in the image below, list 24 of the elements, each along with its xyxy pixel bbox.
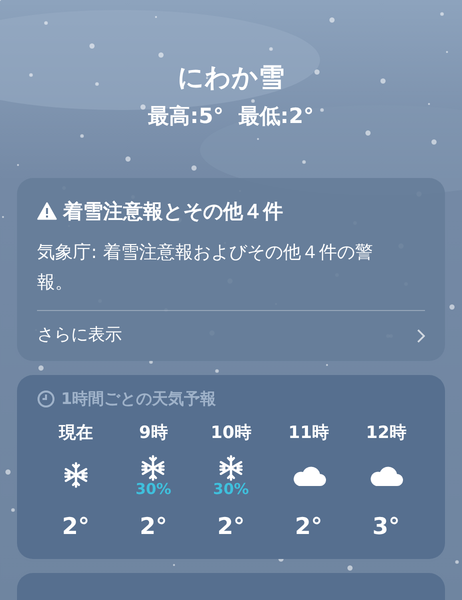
high-low-temperature: 最高:5° 最低:2° [148, 102, 314, 130]
chevron-right-icon [417, 328, 425, 343]
weather-condition: にわか雪 [178, 62, 284, 94]
hour-temperature: 3° [372, 513, 400, 542]
alert-title: 着雪注意報とその他４件 [63, 198, 283, 225]
snowflake-icon [139, 454, 168, 482]
alert-text: 気象庁: 着雪注意報およびその他４件の警報。 [37, 241, 374, 295]
hourly-title: 1時間ごとの天気予報 [61, 388, 216, 410]
precipitation-chance: 30% [135, 482, 172, 496]
snowflake-icon [216, 454, 245, 482]
precipitation-chance: 30% [213, 482, 249, 496]
hour-label: 9時 [138, 422, 168, 444]
hour-label: 12時 [366, 422, 407, 444]
warning-icon [37, 202, 57, 220]
hour-temperature: 2° [294, 513, 322, 542]
hour-label: 現在 [58, 422, 93, 444]
show-more-link[interactable]: さらに表示 [37, 311, 425, 360]
hour-label: 11時 [288, 422, 329, 444]
clock-icon [37, 390, 55, 408]
hour-temperature: 2° [62, 513, 90, 542]
snowflake-icon [62, 461, 90, 489]
hour-temperature: 2° [217, 513, 245, 542]
hour-label: 10時 [210, 422, 252, 444]
hour-temperature: 2° [140, 513, 168, 542]
